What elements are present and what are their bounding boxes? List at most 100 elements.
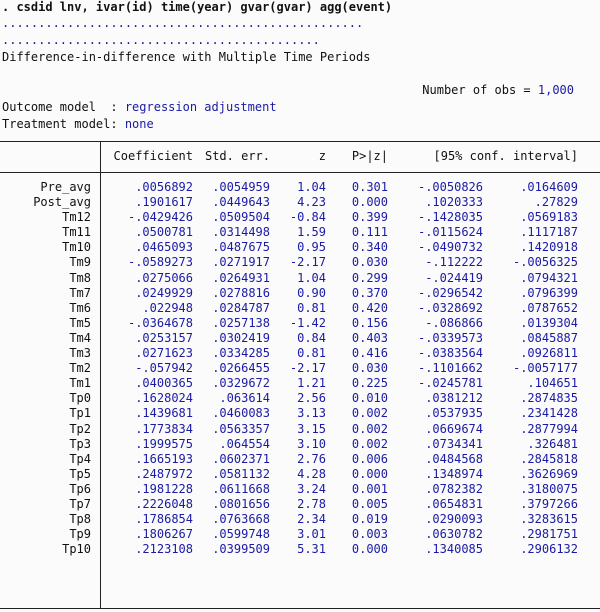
p-value-cell: 0.403 <box>351 330 388 345</box>
ci-lower-cell: .0782382 <box>425 481 483 496</box>
std-err-cell: .0581132 <box>212 466 270 481</box>
p-value-cell: 0.301 <box>351 180 388 194</box>
results-table-body: Pre_avg .0056892 .0054959 1.04 0.301 -.005082… <box>0 180 578 557</box>
z-value-cell: 4.28 <box>297 466 326 481</box>
row-label: Tm6 <box>69 300 91 315</box>
table-row: Tp10 .2123108 .0399509 5.31 0.000 .1340085 .29… <box>0 542 578 557</box>
ci-lower-cell: .1340085 <box>425 542 483 557</box>
header-p: P>|z| <box>351 149 388 163</box>
row-label: Tm4 <box>69 330 91 345</box>
ci-upper-cell: .0139304 <box>520 315 578 330</box>
std-err-cell: .0399509 <box>212 542 270 557</box>
row-label: Tp7 <box>69 496 91 511</box>
ci-lower-cell: -.0296542 <box>417 285 483 300</box>
ci-upper-cell: .0926811 <box>520 346 578 361</box>
table-row: Tm12 -.0429426 .0509504 -0.84 0.399 -.1428035… <box>0 210 578 225</box>
std-err-cell: .0054959 <box>212 180 270 194</box>
row-label: Tm3 <box>69 346 91 361</box>
coefficient-cell: .1786854 <box>135 512 193 527</box>
row-label: Tm11 <box>62 225 91 240</box>
z-value-cell: -1.42 <box>289 315 326 330</box>
row-label: Tm8 <box>69 270 91 285</box>
coefficient-cell: .1665193 <box>135 451 193 466</box>
row-label: Tm2 <box>69 361 91 376</box>
coefficient-cell: .2123108 <box>135 542 193 557</box>
table-row: Tp9 .1806267 .0599748 3.01 0.003 .0630782 .298… <box>0 527 578 542</box>
z-value-cell: 4.23 <box>297 195 326 210</box>
std-err-cell: .0257138 <box>212 315 270 330</box>
row-label: Tp6 <box>69 481 91 496</box>
ci-lower-cell: -.1101662 <box>417 361 483 376</box>
ci-lower-cell: .1348974 <box>425 466 483 481</box>
treatment-model-line: Treatment model: none <box>2 117 154 132</box>
coefficient-cell: .1806267 <box>135 527 193 542</box>
ci-upper-cell: .104651 <box>527 376 578 391</box>
std-err-cell: .0460083 <box>212 406 270 421</box>
ci-lower-cell: -.0339573 <box>417 330 483 345</box>
table-row: Tp1 .1439681 .0460083 3.13 0.002 .0537935 .234… <box>0 406 578 421</box>
coefficient-cell: .0253157 <box>135 330 193 345</box>
ci-upper-cell: -.0057177 <box>512 361 578 376</box>
std-err-cell: .0329672 <box>212 376 270 391</box>
table-row: Tp7 .2226048 .0801656 2.78 0.005 .0654831 .379… <box>0 497 578 512</box>
p-value-cell: 0.000 <box>351 466 388 481</box>
std-err-cell: .0266455 <box>212 361 270 376</box>
ci-upper-cell: .27829 <box>534 195 578 210</box>
coefficient-cell: .1901617 <box>135 195 193 210</box>
z-value-cell: 0.90 <box>297 285 326 300</box>
ci-lower-cell: .1020333 <box>425 195 483 210</box>
ci-lower-cell: -.0050826 <box>417 180 483 194</box>
coefficient-cell: .0275066 <box>135 270 193 285</box>
ci-lower-cell: -.0328692 <box>417 300 483 315</box>
ci-lower-cell: -.0245781 <box>417 376 483 391</box>
z-value-cell: 3.15 <box>297 421 326 436</box>
ci-upper-cell: .0787652 <box>520 300 578 315</box>
p-value-cell: 0.156 <box>351 315 388 330</box>
ci-upper-cell: .3626969 <box>520 466 578 481</box>
p-value-cell: 0.019 <box>351 512 388 527</box>
std-err-cell: .0302419 <box>212 330 270 345</box>
ci-upper-cell: .3180075 <box>520 481 578 496</box>
ci-upper-cell: .0164609 <box>520 180 578 194</box>
coefficient-cell: .1773834 <box>135 421 193 436</box>
ci-upper-cell: .2845818 <box>520 451 578 466</box>
table-row: Tm7 .0249929 .0278816 0.90 0.370 -.0296542 .07… <box>0 286 578 301</box>
z-value-cell: -2.17 <box>289 255 326 270</box>
std-err-cell: .0599748 <box>212 527 270 542</box>
std-err-cell: .0602371 <box>212 451 270 466</box>
coefficient-cell: .0465093 <box>135 240 193 255</box>
nobs-label: Number of obs = <box>422 83 531 97</box>
ci-lower-cell: -.0115624 <box>417 225 483 240</box>
header-empty <box>0 149 100 164</box>
z-value-cell: 1.21 <box>297 376 326 391</box>
ci-lower-cell: .0537935 <box>425 406 483 421</box>
std-err-cell: .0801656 <box>212 496 270 511</box>
std-err-cell: .0509504 <box>212 210 270 225</box>
ci-lower-cell: .0630782 <box>425 527 483 542</box>
row-label: Tp0 <box>69 391 91 406</box>
z-value-cell: 1.59 <box>297 225 326 240</box>
ci-upper-cell: .2906132 <box>520 542 578 557</box>
row-label: Tm5 <box>69 315 91 330</box>
coefficient-cell: -.0589273 <box>127 255 193 270</box>
coefficient-cell: .1999575 <box>135 436 193 451</box>
row-label: Tp2 <box>69 421 91 436</box>
p-value-cell: 0.420 <box>351 300 388 315</box>
row-label: Tm10 <box>62 240 91 255</box>
results-table: Pre_avg .0056892 .0054959 1.04 0.301 -.005082… <box>0 180 578 557</box>
std-err-cell: .0763668 <box>212 512 270 527</box>
table-bottom-rule <box>0 608 600 609</box>
z-value-cell: 3.24 <box>297 481 326 496</box>
p-value-cell: 0.399 <box>351 210 388 225</box>
coefficient-cell: .0271623 <box>135 346 193 361</box>
header-z: z <box>318 149 326 163</box>
p-value-cell: 0.002 <box>351 421 388 436</box>
coefficient-cell: .0249929 <box>135 285 193 300</box>
coefficient-cell: .1628024 <box>135 391 193 406</box>
progress-dots: ........................................… <box>2 33 320 47</box>
std-err-cell: .0264931 <box>212 270 270 285</box>
row-label: Tp9 <box>69 527 91 542</box>
table-row: Pre_avg .0056892 .0054959 1.04 0.301 -.005082… <box>0 180 578 195</box>
coefficient-cell: .1439681 <box>135 406 193 421</box>
z-value-cell: -2.17 <box>289 361 326 376</box>
